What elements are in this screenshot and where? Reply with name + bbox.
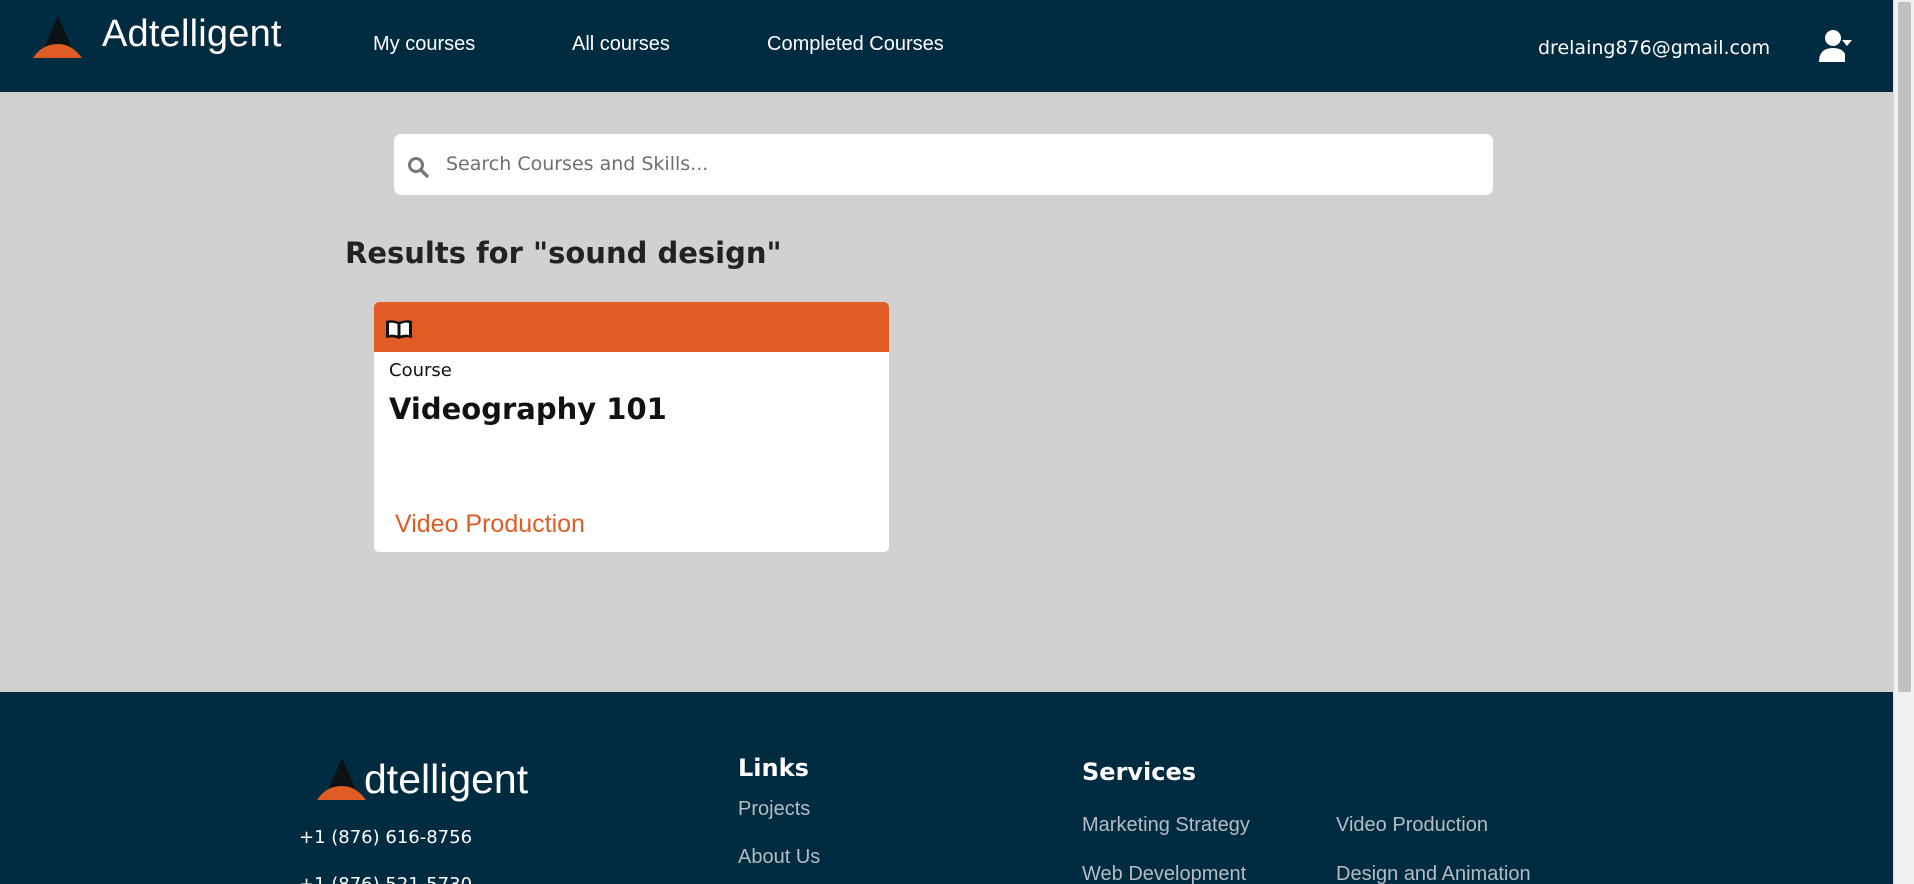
footer-service-design-animation[interactable]: Design and Animation [1336, 863, 1531, 884]
course-category[interactable]: Video Production [395, 510, 585, 539]
search-bar [394, 134, 1493, 195]
top-navbar: Adtelligent My courses All courses Compl… [0, 0, 1893, 92]
search-input[interactable] [446, 146, 1476, 182]
site-footer: dtelligent +1 (876) 616-8756 +1 (876) 52… [0, 692, 1893, 884]
results-heading: Results for "sound design" [345, 236, 782, 270]
course-card-header [374, 302, 889, 352]
brand-mark-icon [33, 16, 82, 58]
user-email: drelaing876@gmail.com [1538, 37, 1771, 59]
course-title[interactable]: Videography 101 [389, 392, 667, 426]
search-icon [408, 157, 429, 178]
footer-phone: +1 (876) 521-5730 [299, 874, 472, 884]
scrollbar-thumb[interactable] [1898, 2, 1911, 692]
user-dropdown-icon[interactable] [1818, 28, 1854, 64]
footer-service-video-production[interactable]: Video Production [1336, 814, 1488, 837]
nav-my-courses[interactable]: My courses [373, 33, 475, 56]
footer-service-marketing-strategy[interactable]: Marketing Strategy [1082, 814, 1250, 837]
footer-link-about-us[interactable]: About Us [738, 846, 820, 869]
course-card[interactable]: Course Videography 101 Video Production [374, 302, 889, 552]
book-icon [386, 320, 412, 339]
nav-all-courses[interactable]: All courses [572, 33, 670, 56]
nav-completed-courses[interactable]: Completed Courses [767, 33, 944, 56]
footer-phone: +1 (876) 616-8756 [299, 827, 473, 848]
brand-name: Adtelligent [102, 12, 282, 55]
footer-services-heading: Services [1082, 758, 1197, 786]
page-scrollbar[interactable] [1893, 0, 1914, 884]
footer-service-web-development[interactable]: Web Development [1082, 863, 1246, 884]
brand-logo[interactable]: Adtelligent [32, 12, 282, 60]
course-type: Course [389, 360, 452, 381]
footer-logo-text: dtelligent [364, 756, 529, 802]
results-prefix: Results for [345, 236, 534, 270]
footer-logo[interactable]: dtelligent [316, 754, 528, 803]
footer-link-projects[interactable]: Projects [738, 798, 810, 821]
results-query: "sound design" [533, 236, 782, 270]
footer-links-heading: Links [738, 754, 809, 782]
footer-brand-mark-icon [317, 757, 366, 800]
